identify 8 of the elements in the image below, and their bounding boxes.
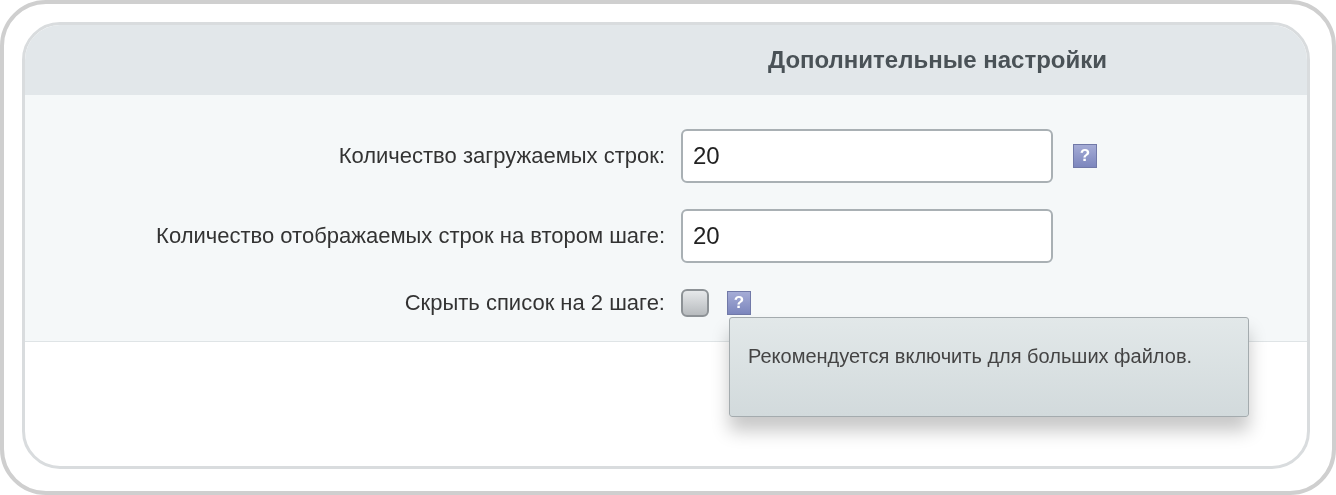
panel-title: Дополнительные настройки: [768, 46, 1107, 74]
tooltip: Рекомендуется включить для больших файлов.: [729, 317, 1249, 417]
field-label: Количество загружаемых строк:: [337, 143, 666, 169]
field-label: Скрыть список на 2 шаге:: [403, 290, 666, 316]
input-field[interactable]: 20: [681, 129, 1053, 183]
input-field[interactable]: 20: [681, 209, 1053, 263]
field-label: Количество отображаемых строк на втором шаге:: [155, 223, 666, 249]
checkbox[interactable]: [681, 289, 709, 317]
